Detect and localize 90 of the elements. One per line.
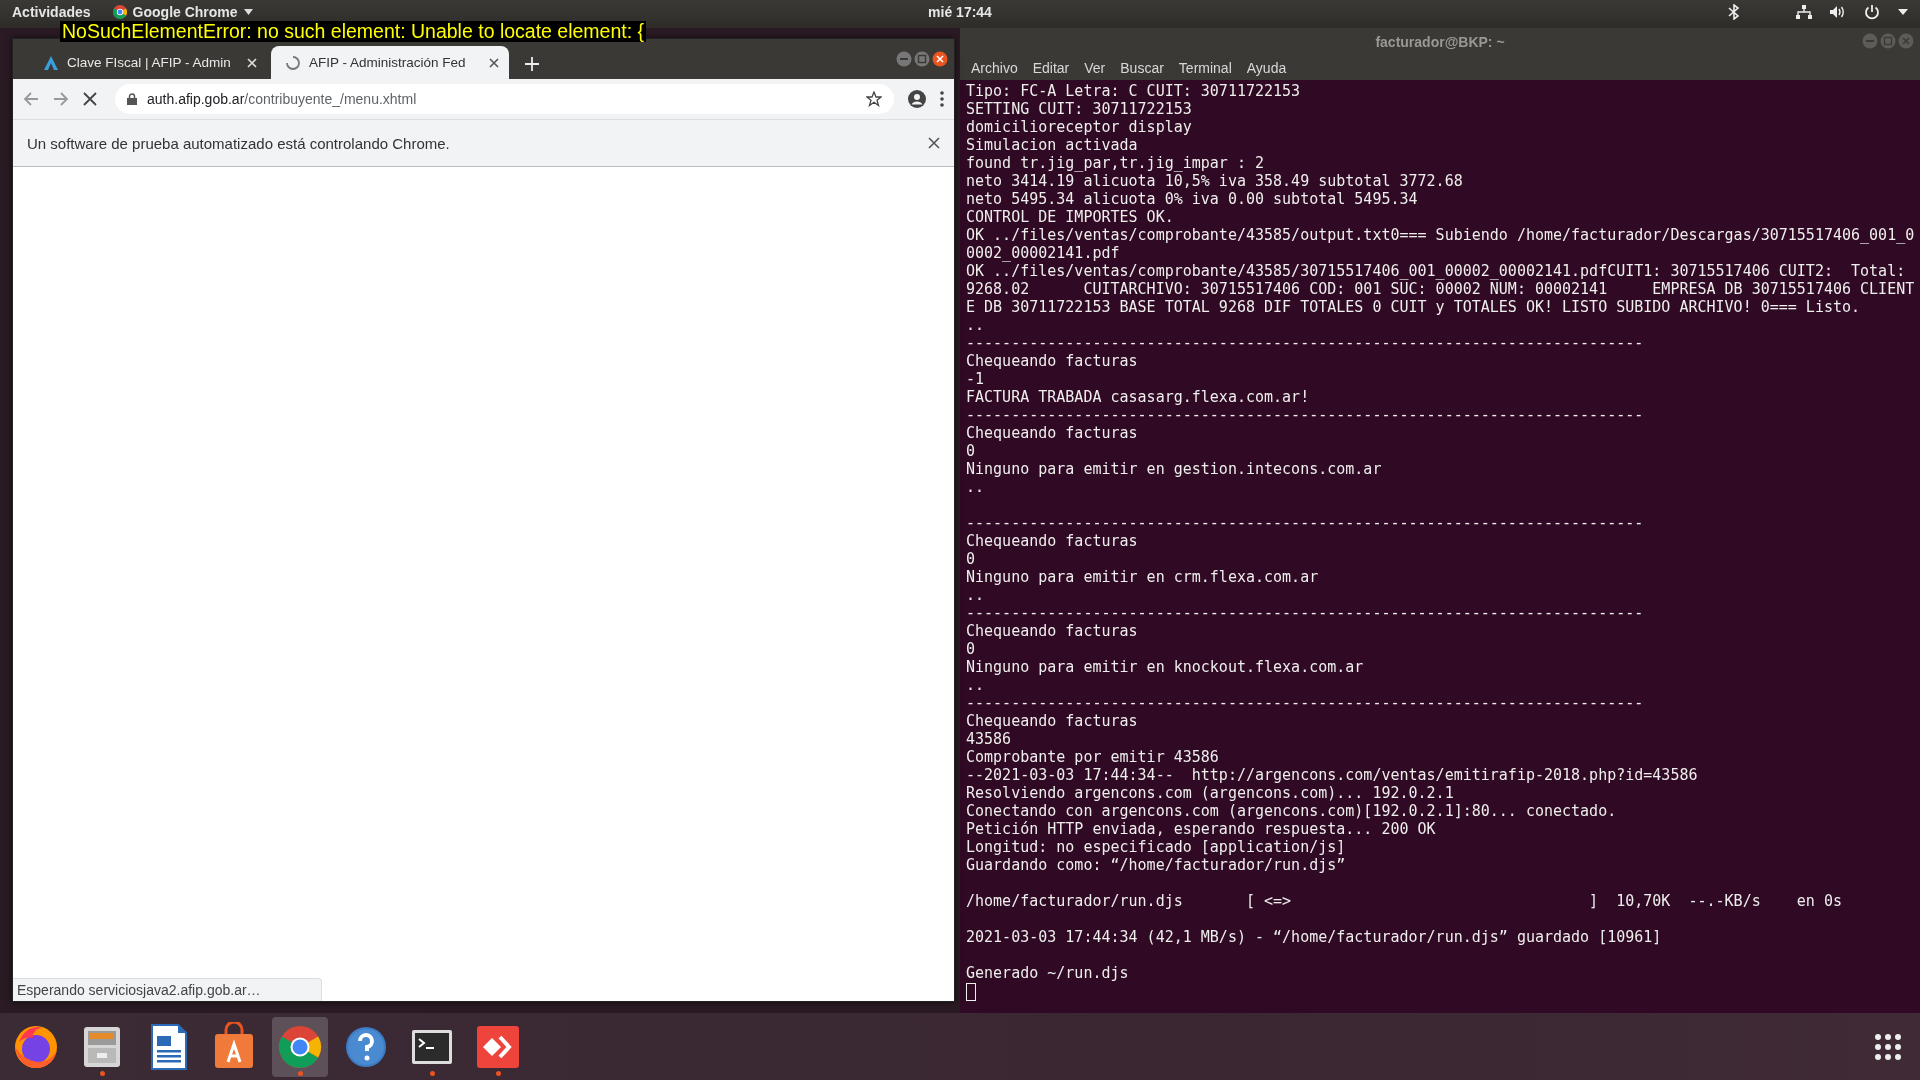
terminal-line: Ninguno para emitir en knockout.flexa.com.ar <box>966 658 1364 676</box>
terminal-line: 0002_00002141.pdf <box>966 244 1120 262</box>
terminal-line: 9268.02 CUITARCHIVO: 30715517406 COD: 001 SUC: 00002 NUM: 00002141 EMPRESA DB 30715517406 CLIENT <box>966 280 1915 298</box>
terminal-line: Chequeando facturas <box>966 712 1138 730</box>
terminal-line: .. <box>966 478 985 496</box>
running-indicator <box>297 1070 303 1076</box>
menu-item[interactable]: Editar <box>1032 59 1070 76</box>
terminal-line: neto 5495.34 alicuota 0% iva 0.00 subtotal 5495.34 <box>966 190 1418 208</box>
terminal-line: Chequeando facturas <box>966 622 1138 640</box>
terminal-line: Guardando como: “/home/facturador/run.djs” <box>966 856 1346 874</box>
app-menu[interactable]: Google Chrome <box>112 4 253 20</box>
terminal-line: Ninguno para emitir en crm.flexa.com.ar <box>966 568 1319 586</box>
terminal-line: Resolviendo argencons.com (argencons.com)... 192.0.2.1 <box>966 784 1454 802</box>
network-icon[interactable] <box>1796 5 1812 19</box>
loading-spinner-icon <box>285 54 301 71</box>
address-bar[interactable]: auth.afip.gob.ar/contribuyente_/menu.xhtml <box>115 84 894 114</box>
terminal-line: Chequeando facturas <box>966 532 1138 550</box>
terminal-line: Chequeando facturas <box>966 352 1138 370</box>
terminal-line: Comprobante por emitir 43586 <box>966 748 1219 766</box>
terminal-line: 2021-03-03 17:44:34 (42,1 MB/s) - “/home/facturador/run.djs” guardado [10961] <box>966 928 1662 946</box>
terminal-line: --------------------------------------------------------------------------- <box>966 694 1644 712</box>
menu-item[interactable]: Terminal <box>1178 59 1232 76</box>
menu-item[interactable]: Buscar <box>1120 59 1164 76</box>
terminal-line: Conectando con argencons.com (argencons.com)[192.0.2.1]:80... conectado. <box>966 802 1617 820</box>
minimize-icon[interactable] <box>896 51 912 67</box>
close-icon[interactable] <box>932 51 948 67</box>
star-icon[interactable] <box>866 91 882 107</box>
power-icon[interactable] <box>1864 4 1880 20</box>
browser-tab[interactable]: Clave FIscal | AFIP - Admin <box>29 46 267 79</box>
terminal-line: .. <box>966 676 985 694</box>
terminal-line: .. <box>966 316 985 334</box>
terminal-line: Petición HTTP enviada, esperando respuesta... 200 OK <box>966 820 1436 838</box>
lock-icon <box>127 93 137 105</box>
terminal-line: CONTROL DE IMPORTES OK. <box>966 208 1174 226</box>
terminal-line: neto 3414.19 alicuota 10,5% iva 358.49 subtotal 3772.68 <box>966 172 1463 190</box>
terminal-line: --2021-03-03 17:44:34-- http://argencons.com/ventas/emitirafip-2018.php?id=43586 <box>966 766 1698 784</box>
forward-icon[interactable] <box>53 91 69 107</box>
new-tab-icon[interactable] <box>525 57 539 71</box>
terminal-line: .. <box>966 586 985 604</box>
terminal-line: Longitud: no especificado [application/js] <box>966 838 1346 856</box>
terminal-line: 0 <box>966 550 976 568</box>
terminal-line: Chequeando facturas <box>966 424 1138 442</box>
terminal-line: --------------------------------------------------------------------------- <box>966 604 1644 622</box>
dock-item[interactable] <box>272 1016 328 1077</box>
volume-icon[interactable] <box>1830 5 1846 19</box>
infobar-message: Un software de prueba automatizado está controlando Chrome. <box>27 134 451 152</box>
caret-icon[interactable] <box>1898 9 1908 15</box>
terminal-line: found tr.jig_par,tr.jig_impar : 2 <box>966 154 1264 172</box>
running-indicator <box>99 1070 105 1076</box>
menu-item[interactable]: Archivo <box>971 59 1018 76</box>
terminal-line: 0 <box>966 640 976 658</box>
terminal-line: SETTING CUIT: 30711722153 <box>966 100 1192 118</box>
terminal-line: 43586 <box>966 730 1012 748</box>
triangle-logo-icon <box>43 54 59 71</box>
menu-item[interactable]: Ayuda <box>1246 59 1287 76</box>
terminal-line: --------------------------------------------------------------------------- <box>966 514 1644 532</box>
menu-item[interactable]: Ver <box>1084 59 1106 76</box>
terminal-line: domicilioreceptor display <box>966 118 1192 136</box>
running-indicator <box>495 1070 501 1076</box>
terminal-line: Tipo: FC-A Letra: C CUIT: 30711722153 <box>966 82 1301 100</box>
back-icon[interactable] <box>23 91 39 107</box>
clock[interactable]: mié 17:44 <box>928 4 992 20</box>
app-grid-icon[interactable] <box>1874 1032 1902 1061</box>
menu-icon[interactable] <box>940 91 944 107</box>
bluetooth-icon[interactable] <box>1728 4 1740 20</box>
terminal-line: Ninguno para emitir en gestion.intecons.com.ar <box>966 460 1382 478</box>
cursor <box>966 983 976 1001</box>
browser-tab[interactable]: AFIP - Administración Fed <box>271 46 509 79</box>
terminal-line: Generado ~/run.djs <box>966 964 1129 982</box>
terminal-line: -1 <box>966 370 985 388</box>
status-bubble: Esperando serviciosjava2.afip.gob.ar… <box>13 978 322 1001</box>
terminal-line: /home/facturador/run.djs [ <=> ] 10,70K --.-KB/s en 0s <box>966 892 1842 910</box>
terminal-line: Simulacion activada <box>966 136 1138 154</box>
chrome-logo-icon <box>112 5 127 19</box>
stop-icon[interactable] <box>83 92 97 106</box>
close-icon[interactable] <box>489 57 499 68</box>
account-icon[interactable] <box>908 90 926 108</box>
close-icon[interactable] <box>928 137 940 149</box>
error-tooltip: NoSuchElementError: no such element: Unable to locate element: { <box>60 21 647 42</box>
terminal-line: --------------------------------------------------------------------------- <box>966 334 1644 352</box>
terminal-line: OK ../files/ventas/comprobante/43585/30715517406_001_00002_00002141.pdfCUIT1: 30715517406 CUIT2: Total: <box>966 262 1906 280</box>
terminal-line: --------------------------------------------------------------------------- <box>966 406 1644 424</box>
activities-button[interactable]: Actividades <box>12 4 91 20</box>
running-indicator <box>429 1070 435 1076</box>
terminal-line: E DB 30711722153 BASE TOTAL 9268 DIF TOTALES 0 CUIT y TOTALES OK! LISTO SUBIDO ARCHIVO! 0=== Listo. <box>966 298 1861 316</box>
caret-icon <box>243 9 253 15</box>
terminal-line: 0 <box>966 442 976 460</box>
window-title: facturador@BKP: ~ <box>1375 33 1505 50</box>
terminal-line: FACTURA TRABADA casasarg.flexa.com.ar! <box>966 388 1310 406</box>
terminal-line: OK ../files/ventas/comprobante/43585/output.txt0=== Subiendo /home/facturador/Descargas/30715517406_001_0 <box>966 226 1915 244</box>
